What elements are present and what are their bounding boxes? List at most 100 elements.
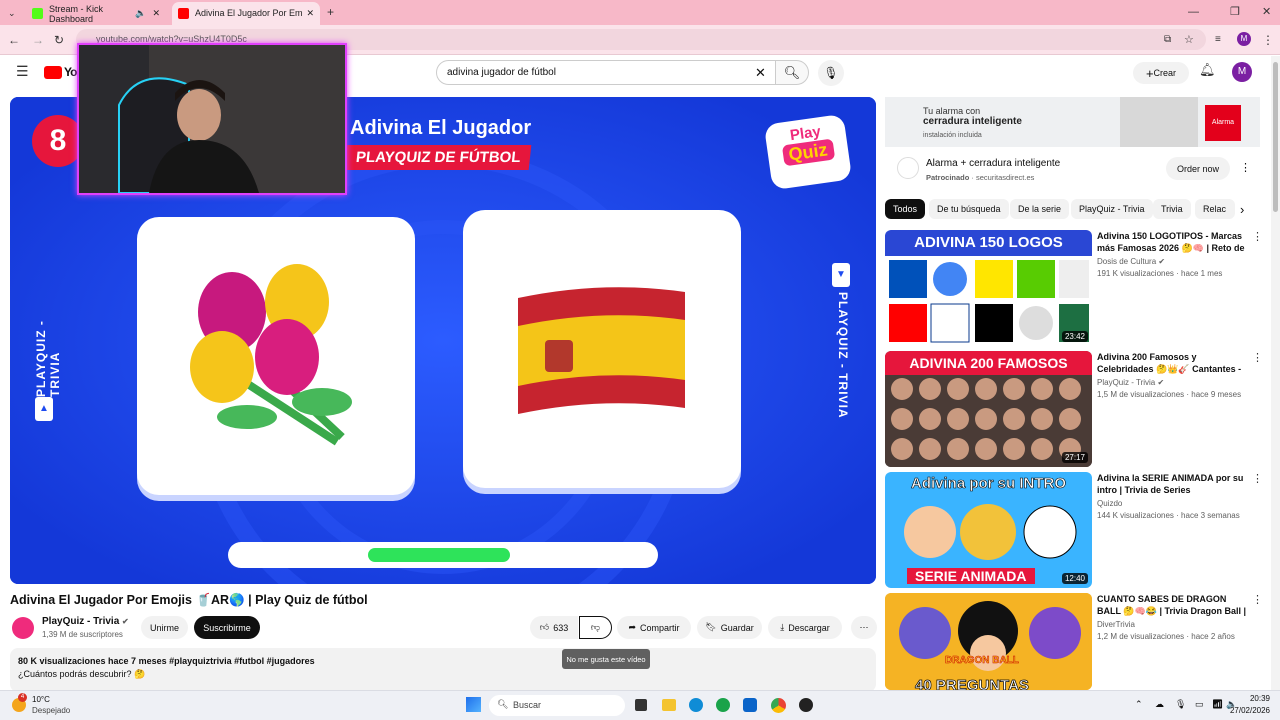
save-button[interactable]: 🔖︎ Guardar [697, 616, 762, 639]
outlook-icon[interactable] [743, 698, 757, 712]
search-button[interactable]: 🔍︎ [775, 60, 809, 85]
rec-video-3[interactable]: Adivina por su INTRO SERIE ANIMADA 12:40… [885, 472, 1265, 588]
reload-icon[interactable]: ↻ [54, 34, 64, 46]
youtube-logo-text[interactable]: Yo [64, 65, 77, 79]
voice-search-button[interactable]: 🎙︎ [818, 60, 844, 86]
cast-icon[interactable]: ⧉ [1164, 34, 1171, 46]
ad-banner-line1: Tu alarma con [923, 106, 981, 116]
tray-battery-icon[interactable]: ▭ [1195, 699, 1204, 710]
plus-icon: + [1145, 65, 1154, 81]
profile-avatar[interactable]: M [1237, 32, 1251, 46]
chip-trivia[interactable]: Trivia [1153, 199, 1191, 219]
rec-thumbnail[interactable]: ADIVINA 150 LOGOS 23:42 [885, 230, 1092, 346]
rec-meta: 1,2 M de visualizaciones · hace 2 años [1097, 632, 1235, 641]
share-button[interactable]: ➦ Compartir [617, 616, 691, 639]
ad-cta-button[interactable]: Order now [1166, 157, 1230, 180]
chip-de-tu-busqueda[interactable]: De tu búsqueda [929, 199, 1009, 219]
rec-thumbnail[interactable]: Adivina por su INTRO SERIE ANIMADA 12:40 [885, 472, 1092, 588]
rec-channel[interactable]: PlayQuiz - Trivia ✔ [1097, 378, 1164, 387]
weather-badge: 4 [18, 693, 27, 702]
rec-video-1[interactable]: ADIVINA 150 LOGOS 23:42 Adivina 150 LOGO… [885, 230, 1265, 346]
tray-wifi-icon[interactable]: 📶︎ [1212, 699, 1223, 710]
rec-more-icon[interactable]: ⋮ [1252, 593, 1263, 606]
edge-browser-icon[interactable] [689, 698, 703, 712]
dislike-button[interactable]: 👎︎ [579, 616, 612, 639]
close-window-icon[interactable]: ✕ [1262, 6, 1271, 18]
description-box[interactable]: 80 K visualizaciones hace 7 meses #playq… [10, 648, 876, 692]
rec-channel[interactable]: DiverTrivia [1097, 620, 1135, 629]
overlay-title: Adivina El Jugador [350, 117, 532, 139]
like-button[interactable]: 👍︎ 633 [530, 616, 578, 639]
chip-relacionados[interactable]: Relac [1195, 199, 1235, 219]
browser-menu-icon[interactable]: ⋮ [1262, 34, 1274, 46]
taskbar-search[interactable]: 🔍︎ Buscar [489, 695, 625, 716]
rec-video-4[interactable]: DRAGON BALL 40 PREGUNTAS CUANTO SABES DE… [885, 593, 1265, 690]
subscribe-button[interactable]: Suscribirme [194, 616, 260, 639]
page-scrollbar[interactable] [1271, 56, 1280, 690]
tab-mute-icon[interactable]: 🔈 [135, 8, 146, 19]
extensions-icon[interactable]: ≡ [1215, 34, 1221, 46]
minimize-icon[interactable]: — [1188, 6, 1199, 18]
sponsored-ad[interactable]: Tu alarma con cerradura inteligente inst… [885, 97, 1260, 193]
join-button[interactable]: Unirme [141, 616, 188, 639]
tab-search-chevron-icon[interactable]: ⌄ [8, 7, 16, 19]
rec-more-icon[interactable]: ⋮ [1252, 472, 1263, 485]
more-horizontal-icon: ⋯ [859, 622, 869, 632]
rec-title[interactable]: Adivina 150 LOGOTIPOS - Marcas más Famos… [1097, 230, 1247, 254]
tray-mic-icon[interactable]: 🎙︎ [1175, 699, 1186, 710]
scrollbar-thumb[interactable] [1273, 62, 1278, 212]
browser-tab-bar: ⌄ Stream - Kick Dashboard 🔈 ✕ Adivina El… [0, 0, 1280, 25]
tab-close-icon[interactable]: ✕ [306, 8, 314, 19]
clock-date[interactable]: 27/02/2026 [1228, 706, 1270, 715]
windows-start-icon[interactable] [466, 697, 481, 712]
chip-todos[interactable]: Todos [885, 199, 926, 219]
tray-chevron-icon[interactable]: ⌃ [1135, 699, 1143, 710]
channel-name[interactable]: PlayQuiz - Trivia ✔ [42, 616, 129, 627]
chip-playquiz-trivia[interactable]: PlayQuiz - Trivia [1071, 199, 1153, 219]
bookmark-star-icon[interactable]: ☆ [1184, 34, 1194, 46]
ad-banner[interactable]: Tu alarma con cerradura inteligente inst… [885, 97, 1260, 147]
rec-more-icon[interactable]: ⋮ [1252, 230, 1263, 243]
rec-more-icon[interactable]: ⋮ [1252, 351, 1263, 364]
maximize-icon[interactable]: ❐ [1230, 6, 1240, 18]
hamburger-menu-icon[interactable]: ☰ [16, 64, 29, 78]
rec-thumbnail[interactable]: ADIVINA 200 FAMOSOS 27:17 [885, 351, 1092, 467]
download-button[interactable]: ⤓ Descargar [768, 616, 842, 639]
ad-more-icon[interactable]: ⋮ [1240, 161, 1251, 174]
new-tab-button[interactable]: + [327, 6, 334, 18]
tray-cloud-icon[interactable]: ☁ [1155, 699, 1164, 710]
rec-title[interactable]: Adivina 200 Famosos y Celebridades 🤔👑🎸 C… [1097, 351, 1247, 375]
create-button[interactable]: + Crear [1133, 62, 1189, 84]
tab-label: Adivina El Jugador Por Emojis 🥤 [195, 8, 303, 18]
weather-temp[interactable]: 10°C [32, 695, 50, 704]
chips-next-icon[interactable]: › [1240, 202, 1244, 217]
channel-avatar[interactable] [12, 617, 34, 639]
description-meta: 80 K visualizaciones hace 7 meses #playq… [18, 656, 315, 666]
rec-video-2[interactable]: ADIVINA 200 FAMOSOS 27:17 Adivina 200 Fa… [885, 351, 1265, 467]
subscribe-label: Suscribirme [203, 622, 251, 633]
user-avatar[interactable]: M [1232, 62, 1252, 82]
rec-channel[interactable]: Dosis de Cultura ✔ [1097, 257, 1165, 266]
rec-title[interactable]: CUANTO SABES DE DRAGON BALL 🤔🧠😂 | Trivia… [1097, 593, 1247, 617]
obs-icon[interactable] [799, 698, 813, 712]
more-actions-button[interactable]: ⋯ [851, 616, 877, 639]
rec-channel[interactable]: Quizdo [1097, 499, 1122, 508]
rec-thumbnail[interactable]: DRAGON BALL 40 PREGUNTAS [885, 593, 1092, 690]
clear-search-icon[interactable]: ✕ [755, 65, 766, 81]
search-input[interactable]: adivina jugador de fútbol ✕ [436, 60, 776, 85]
notifications-bell-icon[interactable]: 🔔︎ [1199, 63, 1216, 76]
tab-youtube-video[interactable]: Adivina El Jugador Por Emojis 🥤 ✕ [172, 2, 320, 25]
app-icon-green[interactable] [716, 698, 730, 712]
tab-close-icon[interactable]: ✕ [152, 8, 160, 19]
task-view-icon[interactable] [635, 699, 647, 711]
file-explorer-icon[interactable] [662, 699, 676, 711]
like-count: 633 [553, 622, 569, 633]
youtube-logo-icon[interactable] [44, 66, 62, 79]
forward-icon[interactable]: → [32, 34, 44, 46]
back-icon[interactable]: ← [8, 34, 20, 46]
chip-de-la-serie[interactable]: De la serie [1010, 199, 1070, 219]
chrome-icon[interactable] [771, 698, 786, 713]
tab-kick-dashboard[interactable]: Stream - Kick Dashboard 🔈 ✕ [26, 2, 166, 25]
rec-title[interactable]: Adivina la SERIE ANIMADA por su intro | … [1097, 472, 1247, 496]
clock-time[interactable]: 20:39 [1246, 694, 1270, 703]
